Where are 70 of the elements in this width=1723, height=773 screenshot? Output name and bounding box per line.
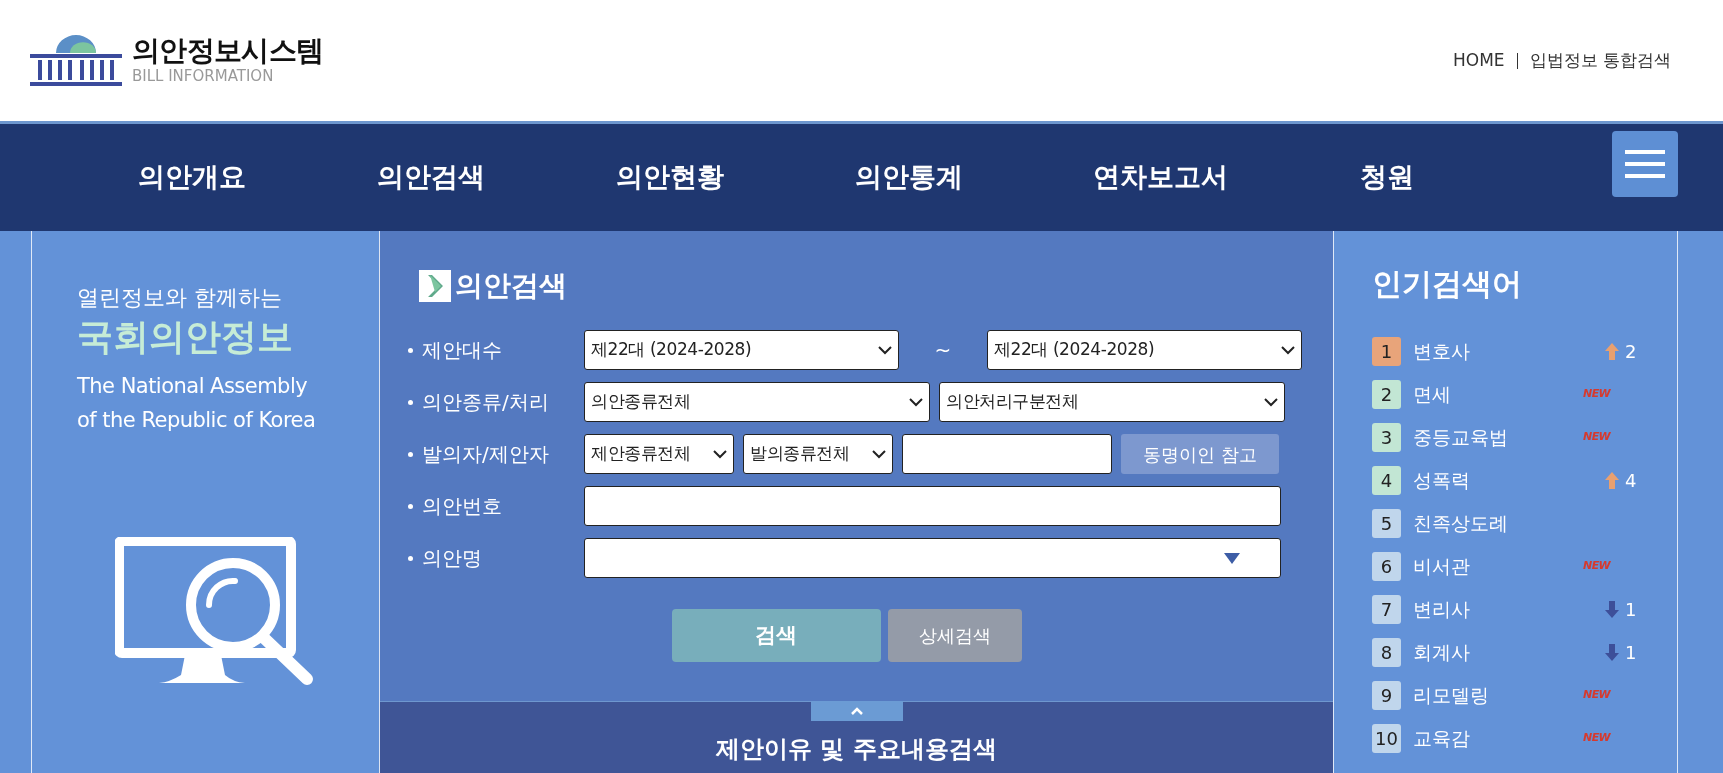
new-label: NEW [1583, 687, 1611, 704]
rank-badge: 8 [1372, 638, 1401, 667]
reason-search-title[interactable]: 제안이유 및 주요내용검색 [716, 731, 997, 767]
nav-item[interactable]: 의안검색 [377, 157, 485, 198]
rank-change: 1 [1625, 641, 1637, 665]
field-label: 의안명 [422, 545, 482, 572]
range-separator: ~ [933, 337, 953, 364]
logo-subtitle: BILL INFORMATION [132, 69, 275, 84]
select-field[interactable]: 제안종류전체 [584, 434, 734, 474]
arrow-up-icon [1605, 472, 1619, 489]
select-field[interactable]: 제22대 (2024-2028) [584, 330, 899, 370]
bullet-icon [408, 555, 413, 561]
chevron-logo-icon [419, 270, 451, 302]
nav-item[interactable]: 연차보고서 [1092, 157, 1228, 198]
field-label: 제안대수 [422, 337, 502, 364]
input-field[interactable] [902, 434, 1112, 474]
rank-badge: 2 [1372, 380, 1401, 409]
bullet-icon [408, 347, 413, 353]
rank-badge: 6 [1372, 552, 1401, 581]
field-label: 발의자/제안자 [422, 441, 549, 468]
bullet-icon [408, 503, 413, 509]
header-link[interactable]: 입법정보 통합검색 [1529, 47, 1671, 74]
bullet-icon [408, 451, 413, 457]
rank-change: 4 [1625, 469, 1637, 493]
input-field[interactable] [584, 486, 1281, 526]
rank-badge: 4 [1372, 466, 1401, 495]
combo-field[interactable] [584, 538, 1281, 578]
chevron-down-icon [909, 397, 923, 407]
rank-badge: 10 [1372, 724, 1401, 753]
rank-change: 1 [1625, 598, 1637, 622]
chevron-down-icon [878, 345, 892, 355]
select-field[interactable]: 의안처리구분전체 [939, 382, 1285, 422]
popular-title: 인기검색어 [1372, 265, 1523, 303]
dropdown-triangle-icon [1224, 552, 1240, 564]
field-label: 의안종류/처리 [422, 389, 549, 416]
header-link[interactable]: HOME [1453, 47, 1505, 74]
select-field[interactable]: 제22대 (2024-2028) [987, 330, 1302, 370]
select-field[interactable]: 의안종류전체 [584, 382, 930, 422]
new-label: NEW [1583, 730, 1611, 747]
chevron-down-icon [1281, 345, 1295, 355]
chevron-down-icon [872, 449, 886, 459]
chevron-down-icon [713, 449, 727, 459]
new-label: NEW [1583, 429, 1611, 446]
nav-item[interactable]: 청원 [1360, 157, 1414, 198]
menu-button[interactable] [1612, 131, 1678, 197]
nav-item[interactable]: 의안현황 [616, 157, 724, 198]
rank-badge: 1 [1372, 337, 1401, 366]
select-field[interactable]: 발의종류전체 [743, 434, 893, 474]
intro-title: 국회의안정보 [77, 315, 294, 359]
new-label: NEW [1583, 386, 1611, 403]
section-title: 의안검색 [455, 268, 567, 304]
intro-text: 열린정보와 함께하는 [77, 284, 283, 312]
arrow-down-icon [1605, 601, 1619, 618]
rank-badge: 5 [1372, 509, 1401, 538]
rank-badge: 7 [1372, 595, 1401, 624]
new-label: NEW [1583, 558, 1611, 575]
nav-item[interactable]: 의안개요 [138, 157, 246, 198]
arrow-up-icon [1605, 343, 1619, 360]
chevron-down-icon [1264, 397, 1278, 407]
bullet-icon [408, 399, 413, 405]
chevron-up-icon [850, 707, 863, 715]
assembly-logo-icon [30, 34, 122, 87]
arrow-down-icon [1605, 644, 1619, 661]
nav-item[interactable]: 의안통계 [855, 157, 963, 198]
rank-badge: 9 [1372, 681, 1401, 710]
field-label: 의안번호 [422, 493, 502, 520]
intro-english: The National Assembly of the Republic of Korea [77, 373, 317, 434]
rank-change: 2 [1625, 340, 1637, 364]
rank-badge: 3 [1372, 423, 1401, 452]
logo-title: 의안정보시스템 [132, 37, 324, 65]
